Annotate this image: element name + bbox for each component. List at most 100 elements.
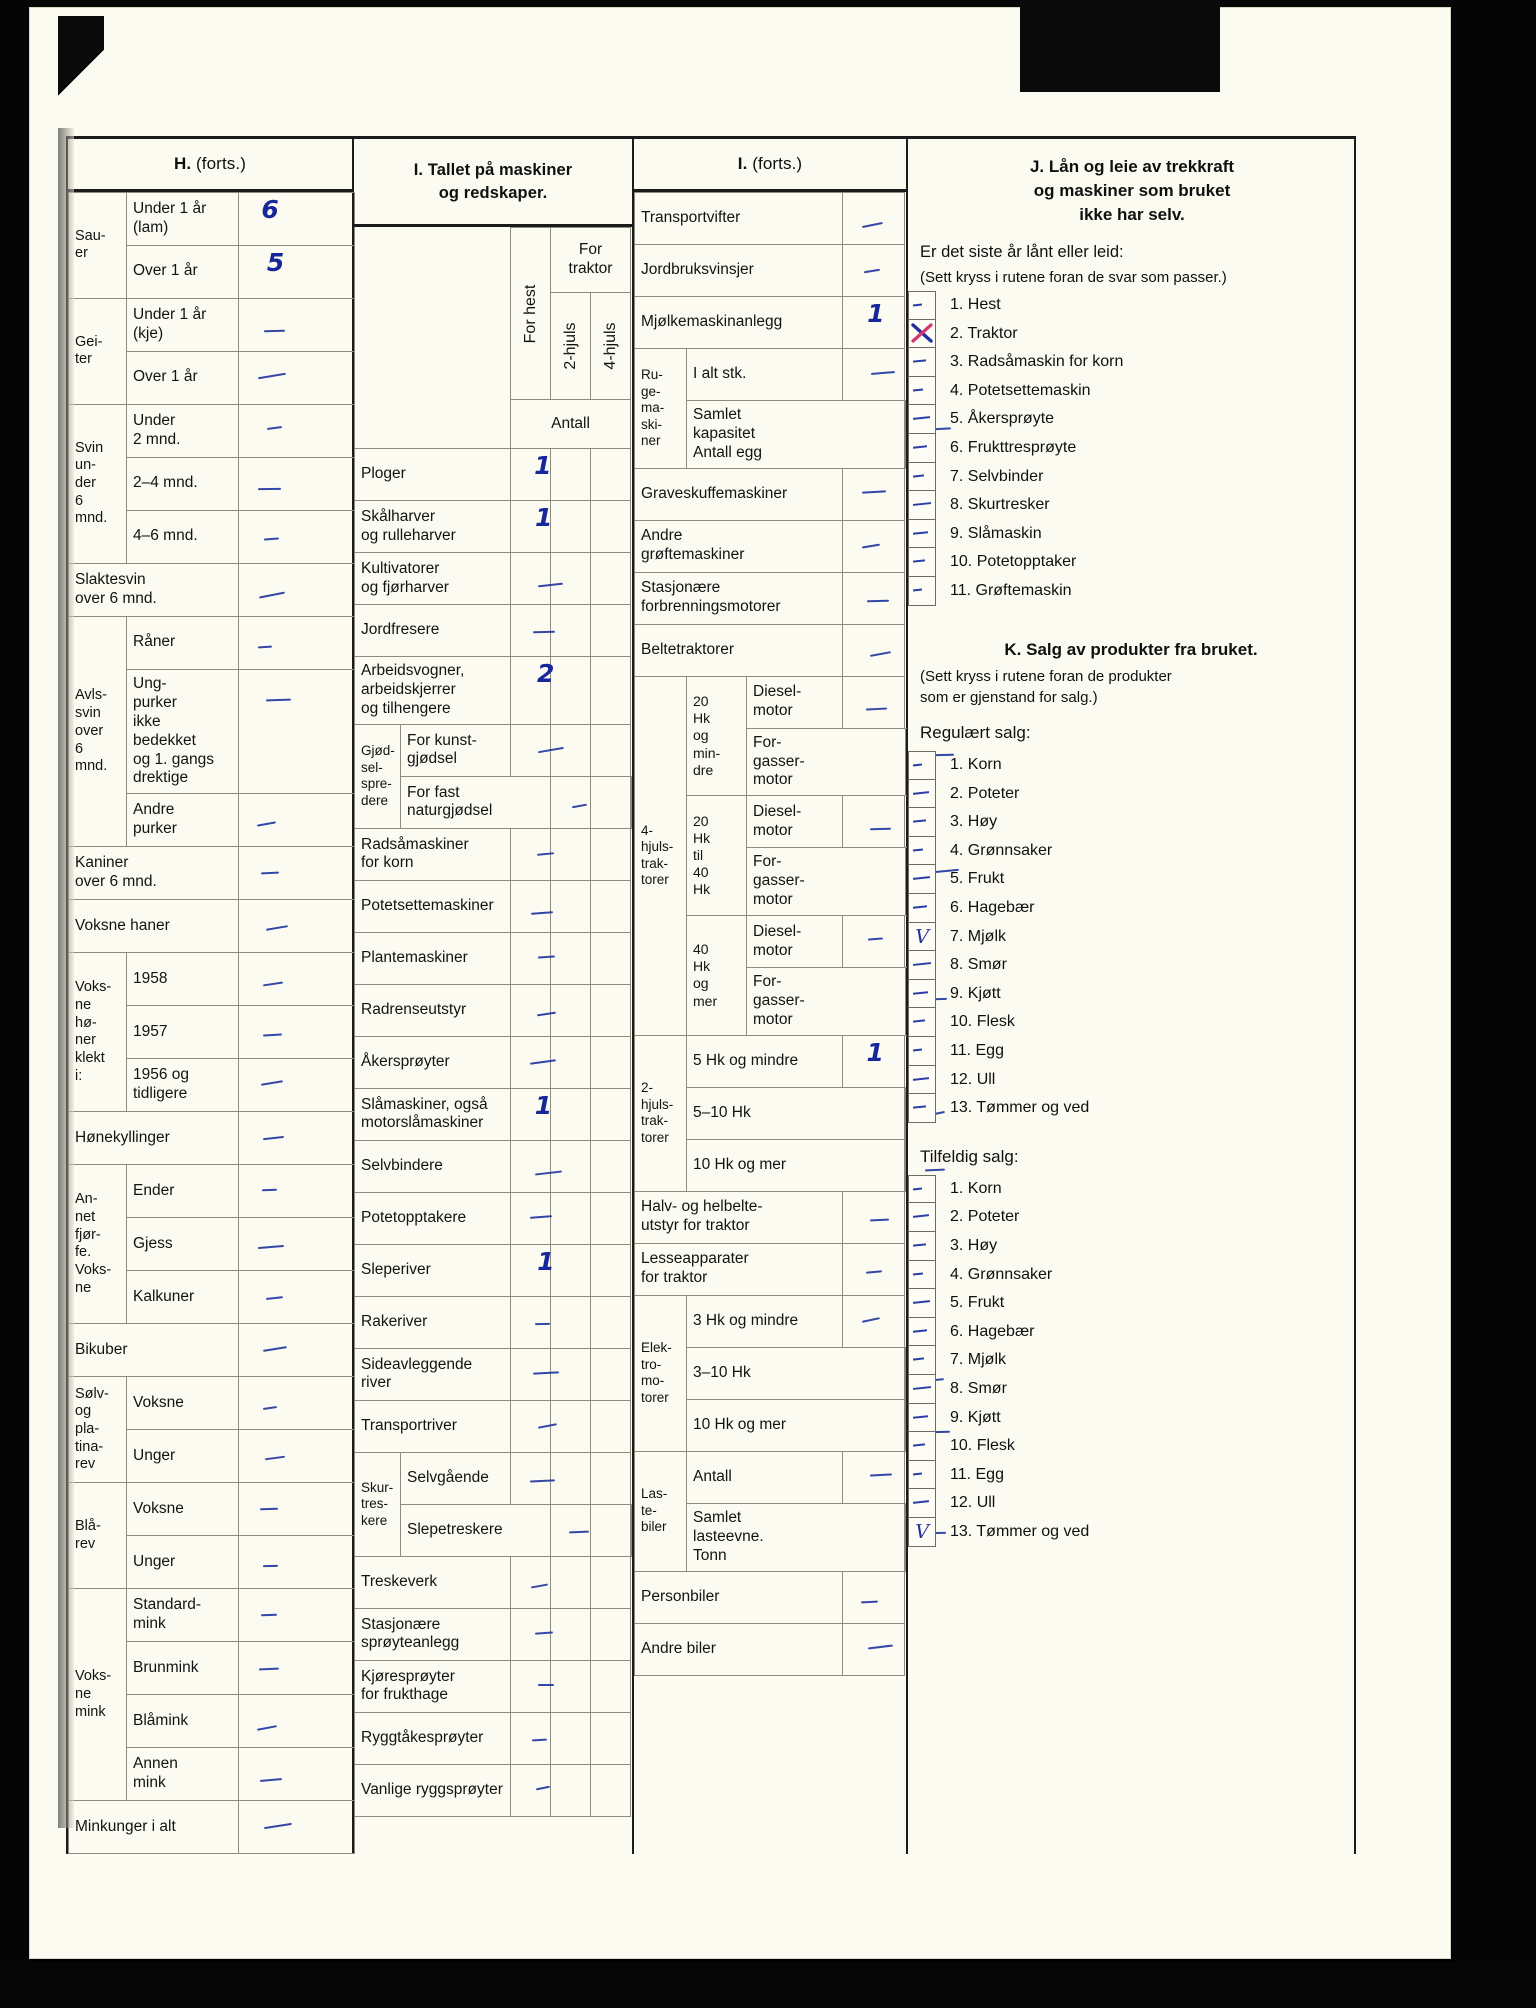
k-regular-item-checkbox[interactable] xyxy=(908,1065,936,1095)
value-cell[interactable] xyxy=(238,899,355,954)
value-cell[interactable] xyxy=(238,1058,355,1113)
value-cell[interactable] xyxy=(238,1376,355,1431)
k-occasional-item-checkbox[interactable] xyxy=(908,1346,936,1375)
value-cell-h2[interactable] xyxy=(550,500,591,554)
k-occasional-item-checkbox[interactable] xyxy=(908,1489,936,1518)
k-regular-item-checkbox[interactable] xyxy=(908,865,936,895)
k-regular-item-checkbox[interactable] xyxy=(908,979,936,1009)
value-cell[interactable] xyxy=(238,1429,355,1484)
value-cell[interactable] xyxy=(238,1217,355,1272)
j-item-checkbox[interactable] xyxy=(908,548,936,577)
value-cell-h4[interactable] xyxy=(590,879,631,933)
value-cell[interactable] xyxy=(238,846,355,901)
k-regular-item-checkbox[interactable] xyxy=(908,1008,936,1038)
value-cell-hest[interactable] xyxy=(510,1035,556,1089)
k-regular-item-checkbox[interactable] xyxy=(908,808,936,837)
value-cell[interactable] xyxy=(238,1323,355,1378)
k-occasional-item-checkbox[interactable] xyxy=(908,1174,936,1204)
value-cell-hest[interactable]: 2 xyxy=(510,656,554,725)
value-cell-h4[interactable] xyxy=(590,1399,631,1453)
value-cell[interactable] xyxy=(842,675,906,729)
k-regular-item-checkbox[interactable]: V xyxy=(908,922,936,952)
value-cell-hest[interactable] xyxy=(510,931,556,985)
value-cell-h2[interactable] xyxy=(550,983,591,1037)
value-cell[interactable] xyxy=(238,1800,355,1855)
k-regular-item-checkbox[interactable] xyxy=(908,836,936,866)
value-cell-hest[interactable]: 1 xyxy=(510,500,552,554)
j-item-checkbox[interactable] xyxy=(908,434,936,463)
value-cell-hest[interactable] xyxy=(550,775,591,829)
value-cell[interactable] xyxy=(842,519,906,573)
value-cell-hest[interactable] xyxy=(550,1503,591,1557)
value-cell[interactable] xyxy=(238,1111,355,1166)
value-cell[interactable] xyxy=(842,571,906,625)
k-occasional-item-checkbox[interactable] xyxy=(908,1432,936,1461)
value-cell[interactable] xyxy=(842,1570,906,1624)
k-occasional-item-checkbox[interactable] xyxy=(908,1203,936,1232)
value-cell[interactable] xyxy=(238,509,355,564)
value-cell-hest[interactable] xyxy=(510,1347,559,1401)
value-cell[interactable] xyxy=(238,1694,355,1749)
k-regular-item-checkbox[interactable] xyxy=(908,894,936,923)
value-cell[interactable] xyxy=(238,562,355,617)
value-cell[interactable] xyxy=(238,1482,355,1537)
value-cell-h4[interactable] xyxy=(590,931,631,985)
value-cell-hest[interactable] xyxy=(510,1659,554,1713)
value-cell[interactable] xyxy=(842,243,906,297)
value-cell-h2[interactable] xyxy=(550,552,591,606)
value-cell-h4[interactable] xyxy=(590,1191,631,1245)
value-cell-h2[interactable] xyxy=(550,1659,591,1713)
k-regular-item-checkbox[interactable] xyxy=(908,1037,936,1066)
value-cell[interactable] xyxy=(238,1588,355,1643)
k-occasional-item-checkbox[interactable]: V xyxy=(908,1517,936,1547)
value-cell[interactable] xyxy=(238,668,355,795)
value-cell-h4[interactable] xyxy=(590,500,631,554)
value-cell[interactable] xyxy=(238,793,355,848)
j-item-checkbox[interactable] xyxy=(908,462,936,492)
value-cell-hest[interactable] xyxy=(510,1191,552,1245)
value-cell-h2[interactable] xyxy=(550,1191,591,1245)
value-cell-h4[interactable] xyxy=(590,723,631,777)
value-cell-h2[interactable] xyxy=(550,448,591,502)
value-cell-hest[interactable]: 1 xyxy=(510,448,552,502)
value-cell-h2[interactable] xyxy=(550,656,591,725)
value-cell[interactable] xyxy=(842,467,906,521)
value-cell-hest[interactable] xyxy=(510,552,564,606)
j-item-checkbox[interactable] xyxy=(908,348,936,377)
value-cell-hest[interactable] xyxy=(510,1295,551,1349)
value-cell[interactable] xyxy=(238,1535,355,1590)
k-regular-item-checkbox[interactable] xyxy=(908,779,936,809)
k-occasional-item-checkbox[interactable] xyxy=(908,1374,936,1404)
value-cell-h4[interactable] xyxy=(590,1035,631,1089)
value-cell-h2[interactable] xyxy=(550,1347,591,1401)
value-cell-h4[interactable] xyxy=(590,983,631,1037)
k-regular-item-checkbox[interactable] xyxy=(908,951,936,980)
k-occasional-item-checkbox[interactable] xyxy=(908,1317,936,1347)
value-cell[interactable] xyxy=(842,1622,906,1676)
value-cell-h2[interactable] xyxy=(550,1035,591,1089)
value-cell-h2[interactable] xyxy=(550,1087,591,1141)
value-cell-hest[interactable] xyxy=(510,983,556,1037)
j-item-checkbox[interactable] xyxy=(908,519,936,549)
value-cell-h2[interactable] xyxy=(590,1503,631,1557)
value-cell[interactable] xyxy=(238,615,355,670)
value-cell-h2[interactable] xyxy=(550,1607,591,1661)
value-cell-hest[interactable] xyxy=(510,1399,557,1453)
value-cell-h2[interactable] xyxy=(550,1139,591,1193)
value-cell-hest[interactable] xyxy=(510,879,554,933)
value-cell[interactable] xyxy=(842,623,906,677)
value-cell-h4[interactable] xyxy=(590,552,631,606)
j-item-checkbox[interactable] xyxy=(908,319,936,349)
value-cell-h2[interactable] xyxy=(550,604,591,658)
j-item-checkbox[interactable] xyxy=(908,405,936,435)
value-cell[interactable]: 1 xyxy=(842,1034,906,1088)
value-cell-h4[interactable] xyxy=(590,1659,631,1713)
value-cell[interactable] xyxy=(842,1190,906,1244)
value-cell[interactable] xyxy=(238,1641,355,1696)
value-cell[interactable]: 6 xyxy=(238,191,355,246)
value-cell-h2[interactable] xyxy=(550,1555,591,1609)
value-cell-hest[interactable] xyxy=(510,827,555,881)
value-cell-h2[interactable] xyxy=(550,1451,591,1505)
k-occasional-item-checkbox[interactable] xyxy=(908,1403,936,1433)
value-cell-h4[interactable] xyxy=(590,1451,631,1505)
